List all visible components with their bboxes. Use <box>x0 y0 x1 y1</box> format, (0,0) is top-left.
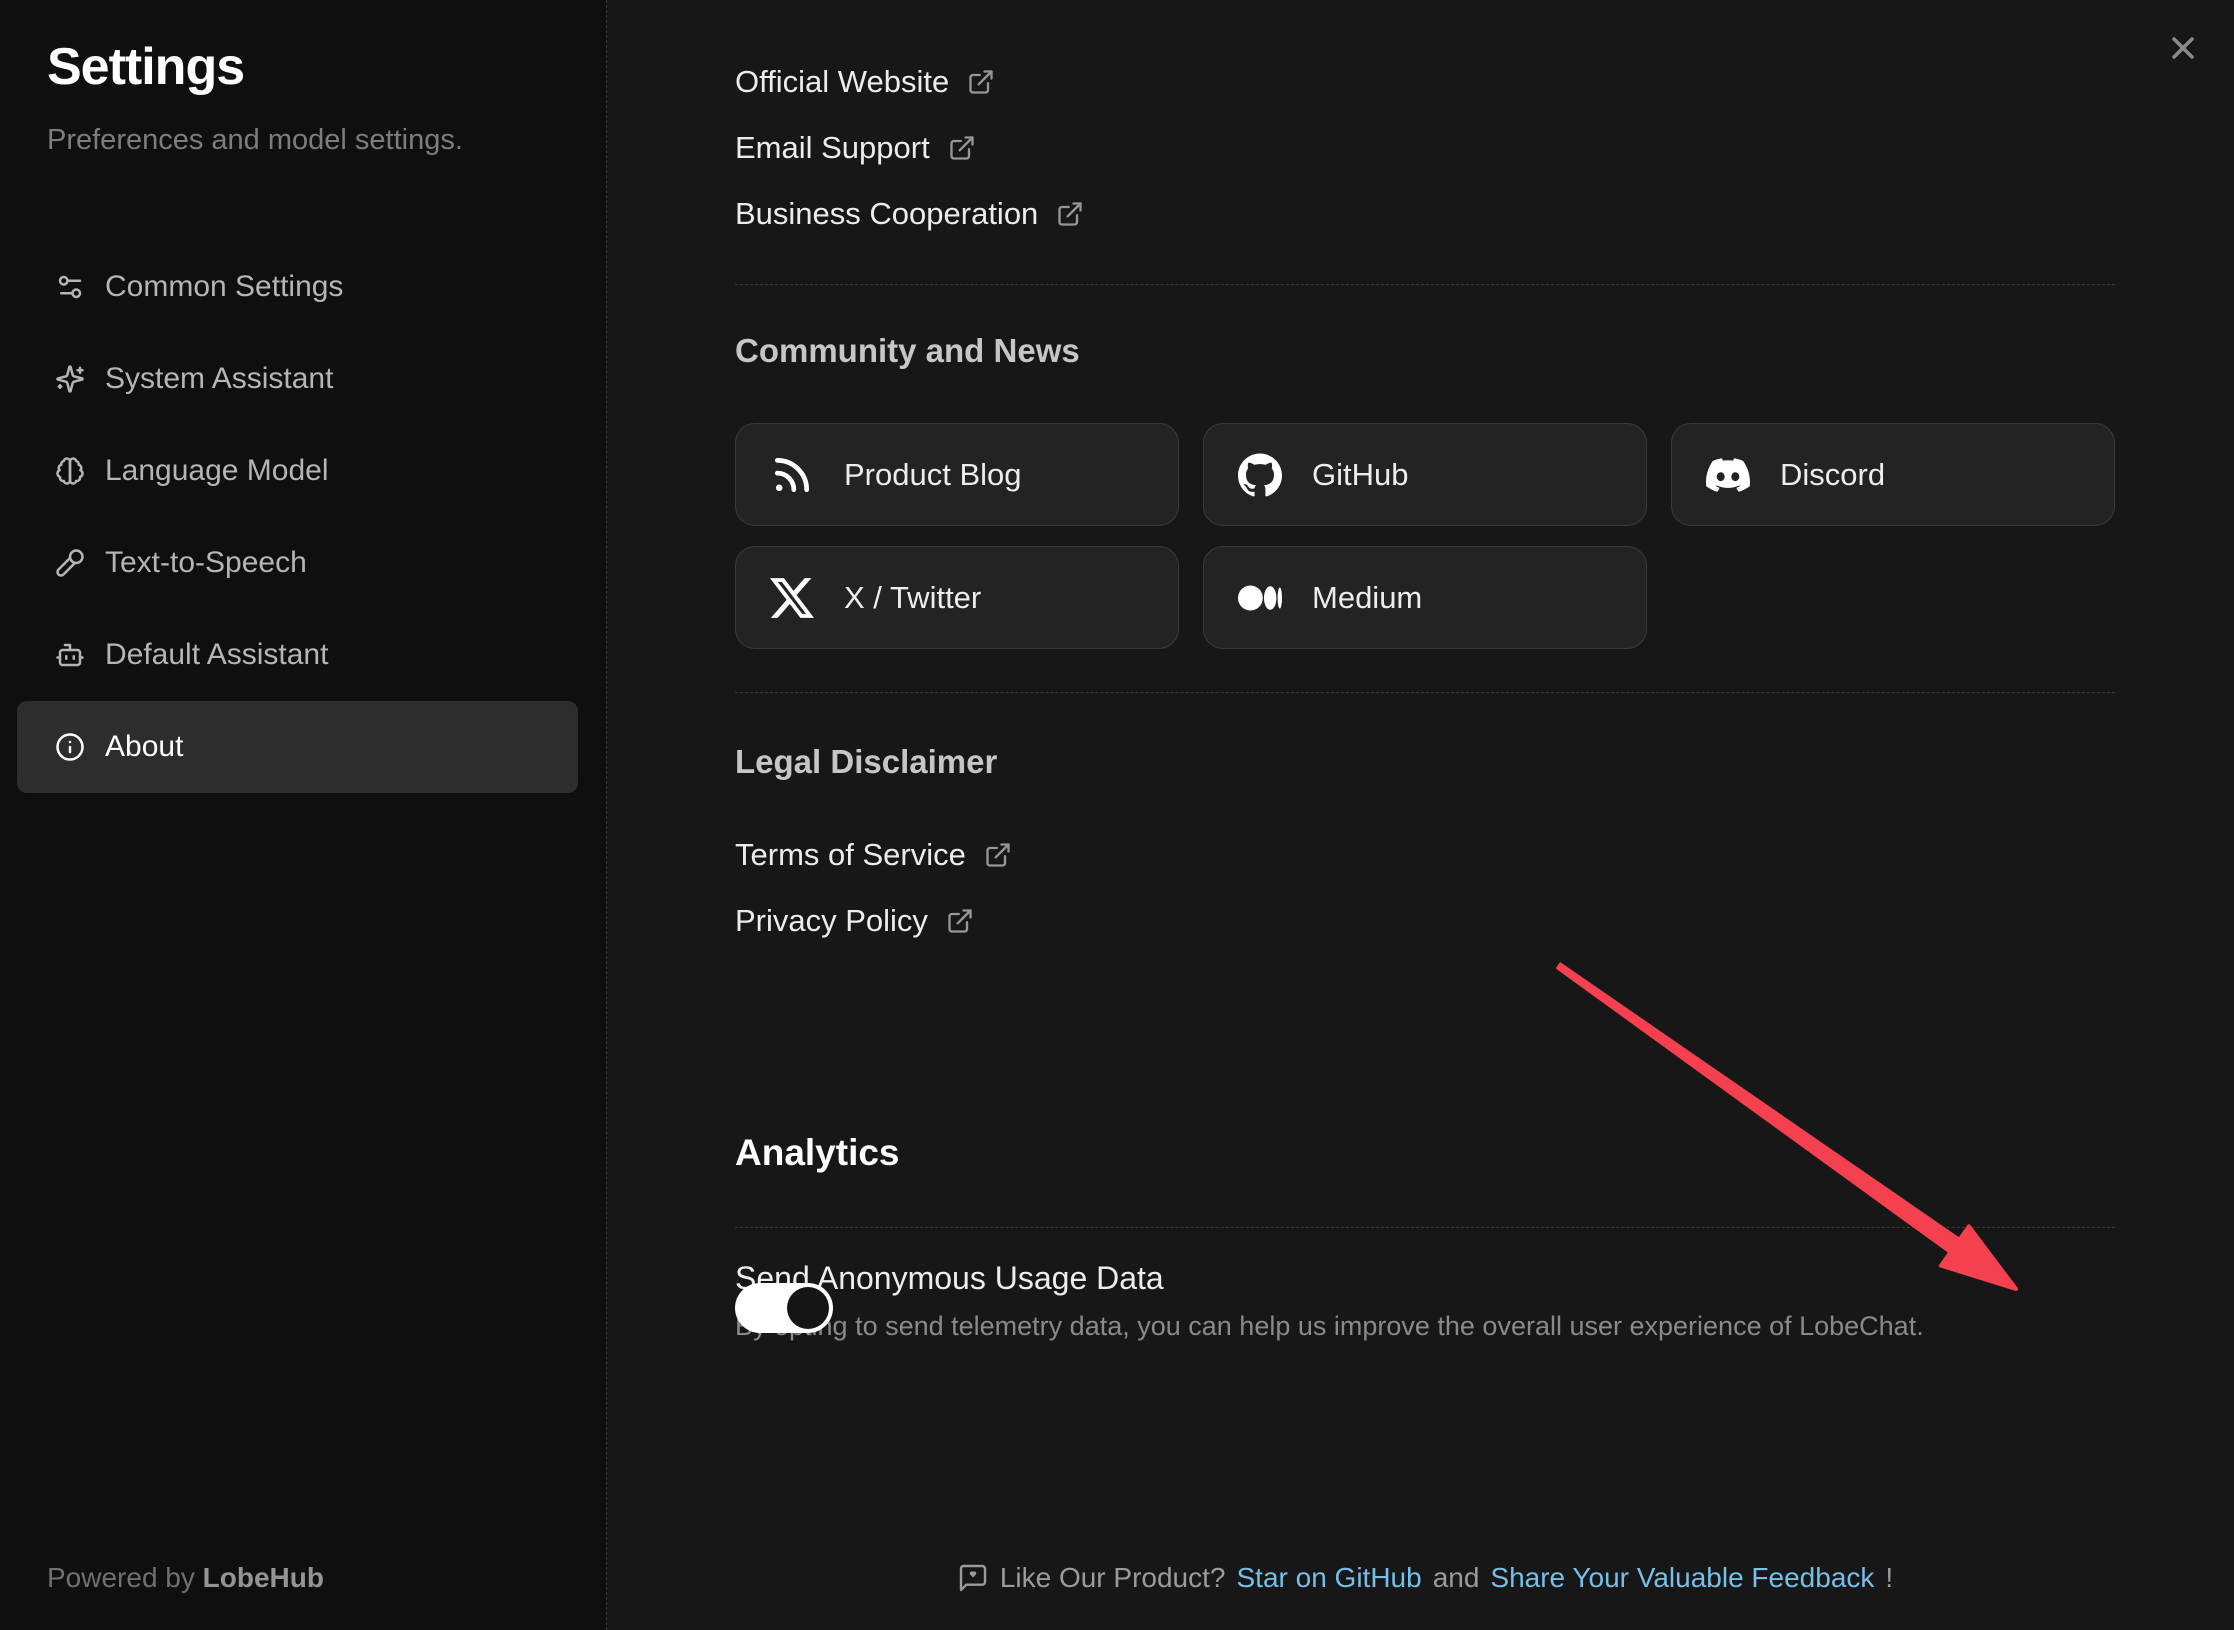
sidebar-item-text-to-speech[interactable]: Text-to-Speech <box>17 517 578 609</box>
about-content: Contact Us Official Website Email Suppor… <box>735 0 2115 1630</box>
github-icon <box>1238 453 1282 497</box>
discord-button[interactable]: Discord <box>1671 423 2115 526</box>
usage-data-label: Send Anonymous Usage Data <box>735 1260 2115 1297</box>
github-button[interactable]: GitHub <box>1203 423 1647 526</box>
medium-button[interactable]: Medium <box>1203 546 1647 649</box>
bot-icon <box>55 640 85 670</box>
sidebar-item-label: Text-to-Speech <box>105 546 307 580</box>
privacy-policy-link[interactable]: Privacy Policy <box>735 888 2115 954</box>
sidebar-item-label: About <box>105 730 183 764</box>
rss-icon <box>770 453 814 497</box>
sidebar-item-label: Default Assistant <box>105 638 328 672</box>
info-icon <box>55 732 85 762</box>
page-subtitle: Preferences and model settings. <box>47 122 559 158</box>
mic-icon <box>55 548 85 578</box>
sidebar-item-label: System Assistant <box>105 362 333 396</box>
community-buttons: Product Blog GitHub Discord X / Twitter <box>735 423 2115 649</box>
external-link-icon <box>984 841 1012 869</box>
toggle-knob <box>787 1287 829 1329</box>
sidebar-header: Settings Preferences and model settings. <box>0 0 606 158</box>
x-icon <box>770 576 814 620</box>
sidebar-item-common-settings[interactable]: Common Settings <box>17 241 578 333</box>
button-label: Product Blog <box>844 457 1022 493</box>
divider <box>735 692 2115 693</box>
brain-icon <box>55 456 85 486</box>
sparkles-icon <box>55 364 85 394</box>
sliders-icon <box>55 272 85 302</box>
close-icon <box>2165 30 2201 66</box>
external-link-icon <box>967 68 995 96</box>
official-website-link[interactable]: Official Website <box>735 49 2115 115</box>
share-feedback-link[interactable]: Share Your Valuable Feedback <box>1490 1558 1874 1598</box>
link-label: Email Support <box>735 130 930 166</box>
divider <box>735 284 2115 285</box>
button-label: GitHub <box>1312 457 1408 493</box>
settings-nav: Common Settings System Assistant Languag… <box>17 241 578 793</box>
close-button[interactable] <box>2159 24 2207 72</box>
footer-message: Like Our Product? Star on GitHub and Sha… <box>735 1558 2115 1598</box>
business-cooperation-link[interactable]: Business Cooperation <box>735 181 2115 247</box>
powered-by: Powered by LobeHub <box>47 1562 324 1594</box>
button-label: X / Twitter <box>844 580 981 616</box>
contact-links: Official Website Email Support Business … <box>735 49 2115 247</box>
link-label: Privacy Policy <box>735 903 928 939</box>
sidebar-item-language-model[interactable]: Language Model <box>17 425 578 517</box>
community-heading: Community and News <box>735 331 2115 371</box>
feedback-bubble-icon <box>957 1562 989 1594</box>
email-support-link[interactable]: Email Support <box>735 115 2115 181</box>
terms-of-service-link[interactable]: Terms of Service <box>735 822 2115 888</box>
external-link-icon <box>948 134 976 162</box>
footer-text: ! <box>1885 1558 1893 1598</box>
sidebar-item-default-assistant[interactable]: Default Assistant <box>17 609 578 701</box>
divider <box>735 1227 2115 1228</box>
footer-text: and <box>1433 1558 1480 1598</box>
sidebar-item-label: Common Settings <box>105 270 343 304</box>
sidebar-item-about[interactable]: About <box>17 701 578 793</box>
sidebar-item-system-assistant[interactable]: System Assistant <box>17 333 578 425</box>
analytics-heading: Analytics <box>735 1133 2115 1173</box>
x-twitter-button[interactable]: X / Twitter <box>735 546 1179 649</box>
usage-data-description: By opting to send telemetry data, you ca… <box>735 1311 2115 1342</box>
brand-logo[interactable]: LobeHub <box>203 1562 324 1593</box>
product-blog-button[interactable]: Product Blog <box>735 423 1179 526</box>
link-label: Official Website <box>735 64 949 100</box>
footer-text: Like Our Product? <box>1000 1558 1226 1598</box>
star-on-github-link[interactable]: Star on GitHub <box>1236 1558 1421 1598</box>
settings-sidebar: Settings Preferences and model settings.… <box>0 0 607 1630</box>
page-title: Settings <box>47 36 559 98</box>
sidebar-item-label: Language Model <box>105 454 329 488</box>
usage-data-toggle[interactable] <box>735 1283 833 1333</box>
button-label: Discord <box>1780 457 1885 493</box>
legal-disclaimer-heading: Legal Disclaimer <box>735 742 2115 782</box>
powered-by-text: Powered by <box>47 1562 195 1593</box>
link-label: Business Cooperation <box>735 196 1038 232</box>
link-label: Terms of Service <box>735 837 966 873</box>
external-link-icon <box>946 907 974 935</box>
legal-links: Terms of Service Privacy Policy <box>735 822 2115 954</box>
button-label: Medium <box>1312 580 1422 616</box>
medium-icon <box>1238 576 1282 620</box>
discord-icon <box>1706 453 1750 497</box>
contact-us-heading: Contact Us <box>735 0 2115 4</box>
external-link-icon <box>1056 200 1084 228</box>
about-panel: Contact Us Official Website Email Suppor… <box>608 0 2234 1630</box>
